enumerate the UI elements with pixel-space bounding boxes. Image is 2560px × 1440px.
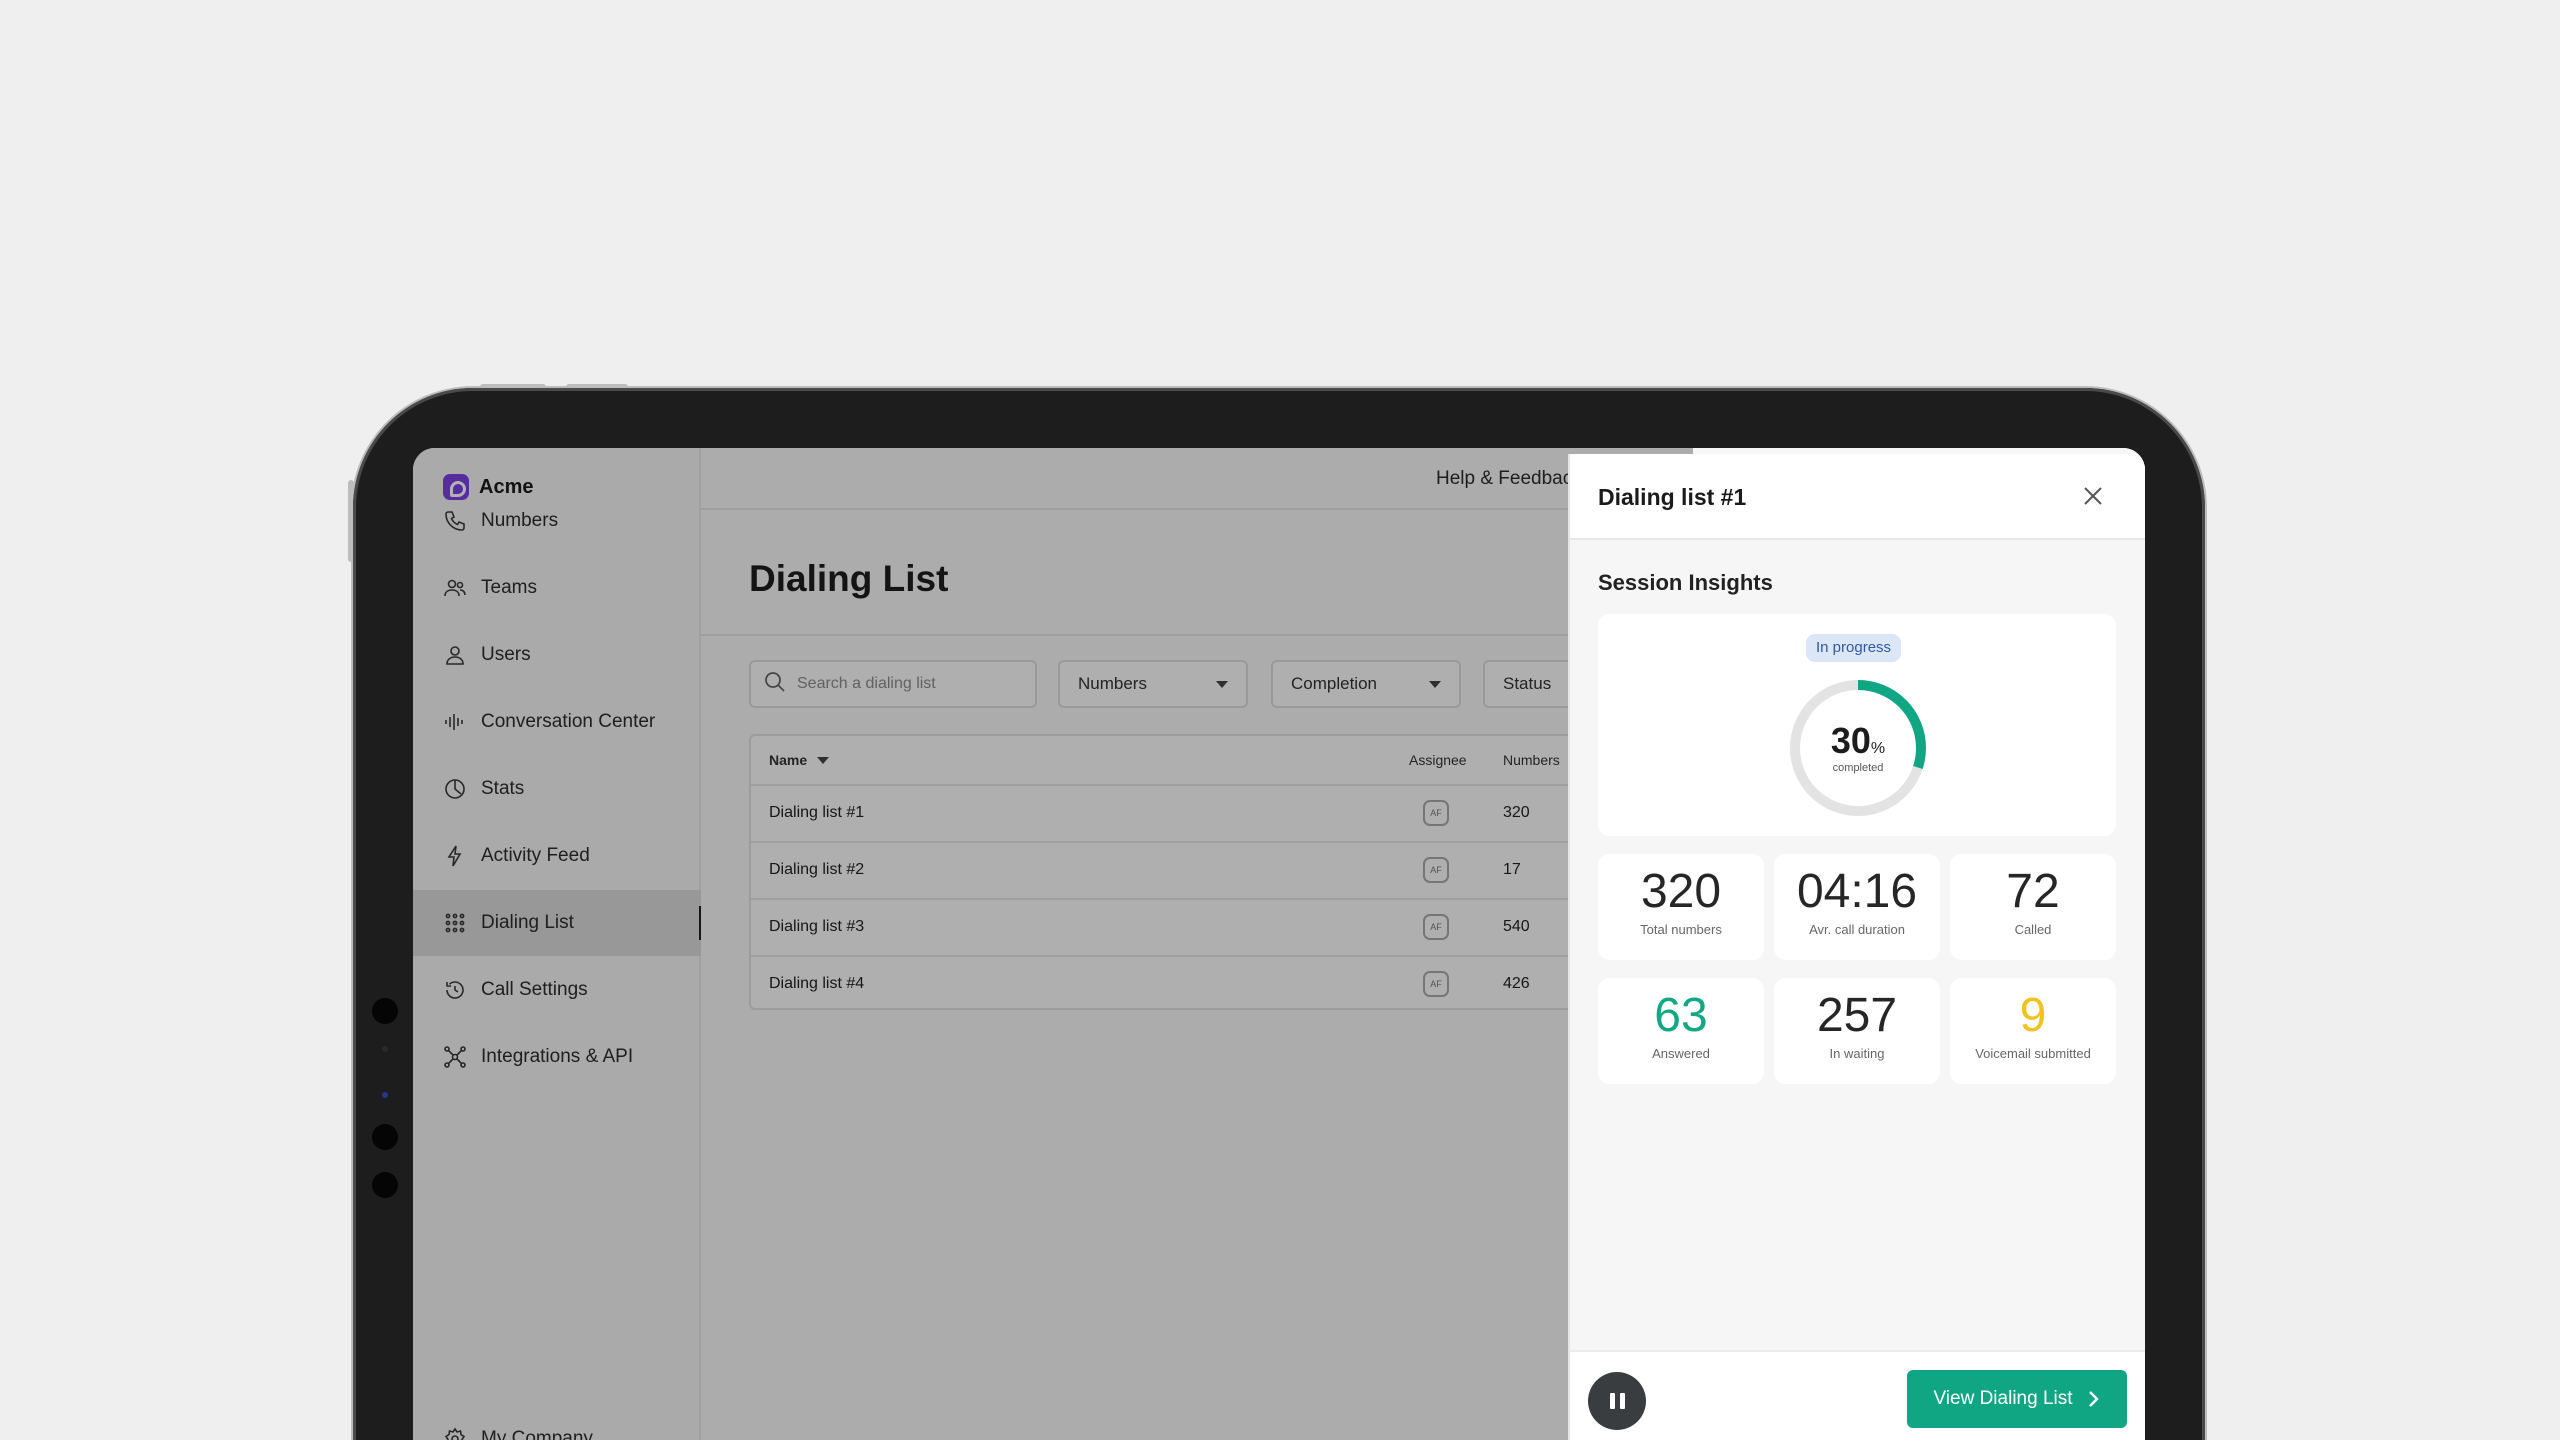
stat-label: Total numbers bbox=[1640, 922, 1722, 937]
panel-header: Dialing list #1 bbox=[1570, 454, 2145, 540]
stat-total-numbers: 320 Total numbers bbox=[1598, 854, 1764, 960]
view-dialing-list-button[interactable]: View Dialing List bbox=[1907, 1370, 2127, 1428]
session-panel: Dialing list #1 Session Insights In prog… bbox=[1568, 454, 2145, 1440]
camera-dot-3 bbox=[372, 1172, 398, 1198]
button-label: View Dialing List bbox=[1933, 1388, 2073, 1409]
pause-icon bbox=[1609, 1393, 1615, 1409]
progress-value: 30% bbox=[1786, 720, 1930, 762]
progress-unit: % bbox=[1870, 740, 1886, 757]
status-badge: In progress bbox=[1806, 634, 1902, 662]
stat-label: Answered bbox=[1652, 1046, 1710, 1061]
stat-label: Avr. call duration bbox=[1809, 922, 1905, 937]
stat-value: 320 bbox=[1640, 865, 1722, 918]
app-screen: Acme Numbers Teams Users Conversation Ce… bbox=[413, 448, 2145, 1440]
chevron-right-icon bbox=[2088, 1391, 2099, 1407]
stat-value: 63 bbox=[1654, 989, 1708, 1042]
stat-value: 9 bbox=[2019, 989, 2047, 1042]
camera-dot-small bbox=[382, 1046, 388, 1052]
close-icon[interactable] bbox=[2081, 484, 2105, 508]
camera-dot-1 bbox=[372, 998, 398, 1024]
stat-in-waiting: 257 In waiting bbox=[1774, 978, 1940, 1084]
stat-voicemail: 9 Voicemail submitted bbox=[1950, 978, 2116, 1084]
stat-label: Called bbox=[2014, 922, 2052, 937]
stat-value: 72 bbox=[2006, 865, 2060, 918]
pause-icon bbox=[1619, 1393, 1625, 1409]
section-title: Session Insights bbox=[1598, 570, 1773, 595]
stat-value: 257 bbox=[1816, 989, 1898, 1042]
stat-avg-call-duration: 04:16 Avr. call duration bbox=[1774, 854, 1940, 960]
panel-title: Dialing list #1 bbox=[1598, 484, 1747, 510]
progress-label: 30% completed bbox=[1786, 676, 1930, 820]
camera-dot-blue bbox=[382, 1092, 388, 1098]
progress-number: 30 bbox=[1830, 720, 1871, 761]
pause-button[interactable] bbox=[1588, 1372, 1646, 1430]
stat-value: 04:16 bbox=[1796, 865, 1918, 918]
progress-card: In progress 30% completed bbox=[1598, 614, 2116, 836]
stat-label: Voicemail submitted bbox=[1975, 1046, 2091, 1061]
stat-answered: 63 Answered bbox=[1598, 978, 1764, 1084]
camera-dot-2 bbox=[372, 1124, 398, 1150]
stat-called: 72 Called bbox=[1950, 854, 2116, 960]
modal-backdrop[interactable] bbox=[413, 448, 1693, 1440]
progress-caption: completed bbox=[1832, 762, 1884, 774]
panel-footer: View Dialing List bbox=[1570, 1350, 2145, 1440]
stat-label: In waiting bbox=[1829, 1046, 1885, 1061]
